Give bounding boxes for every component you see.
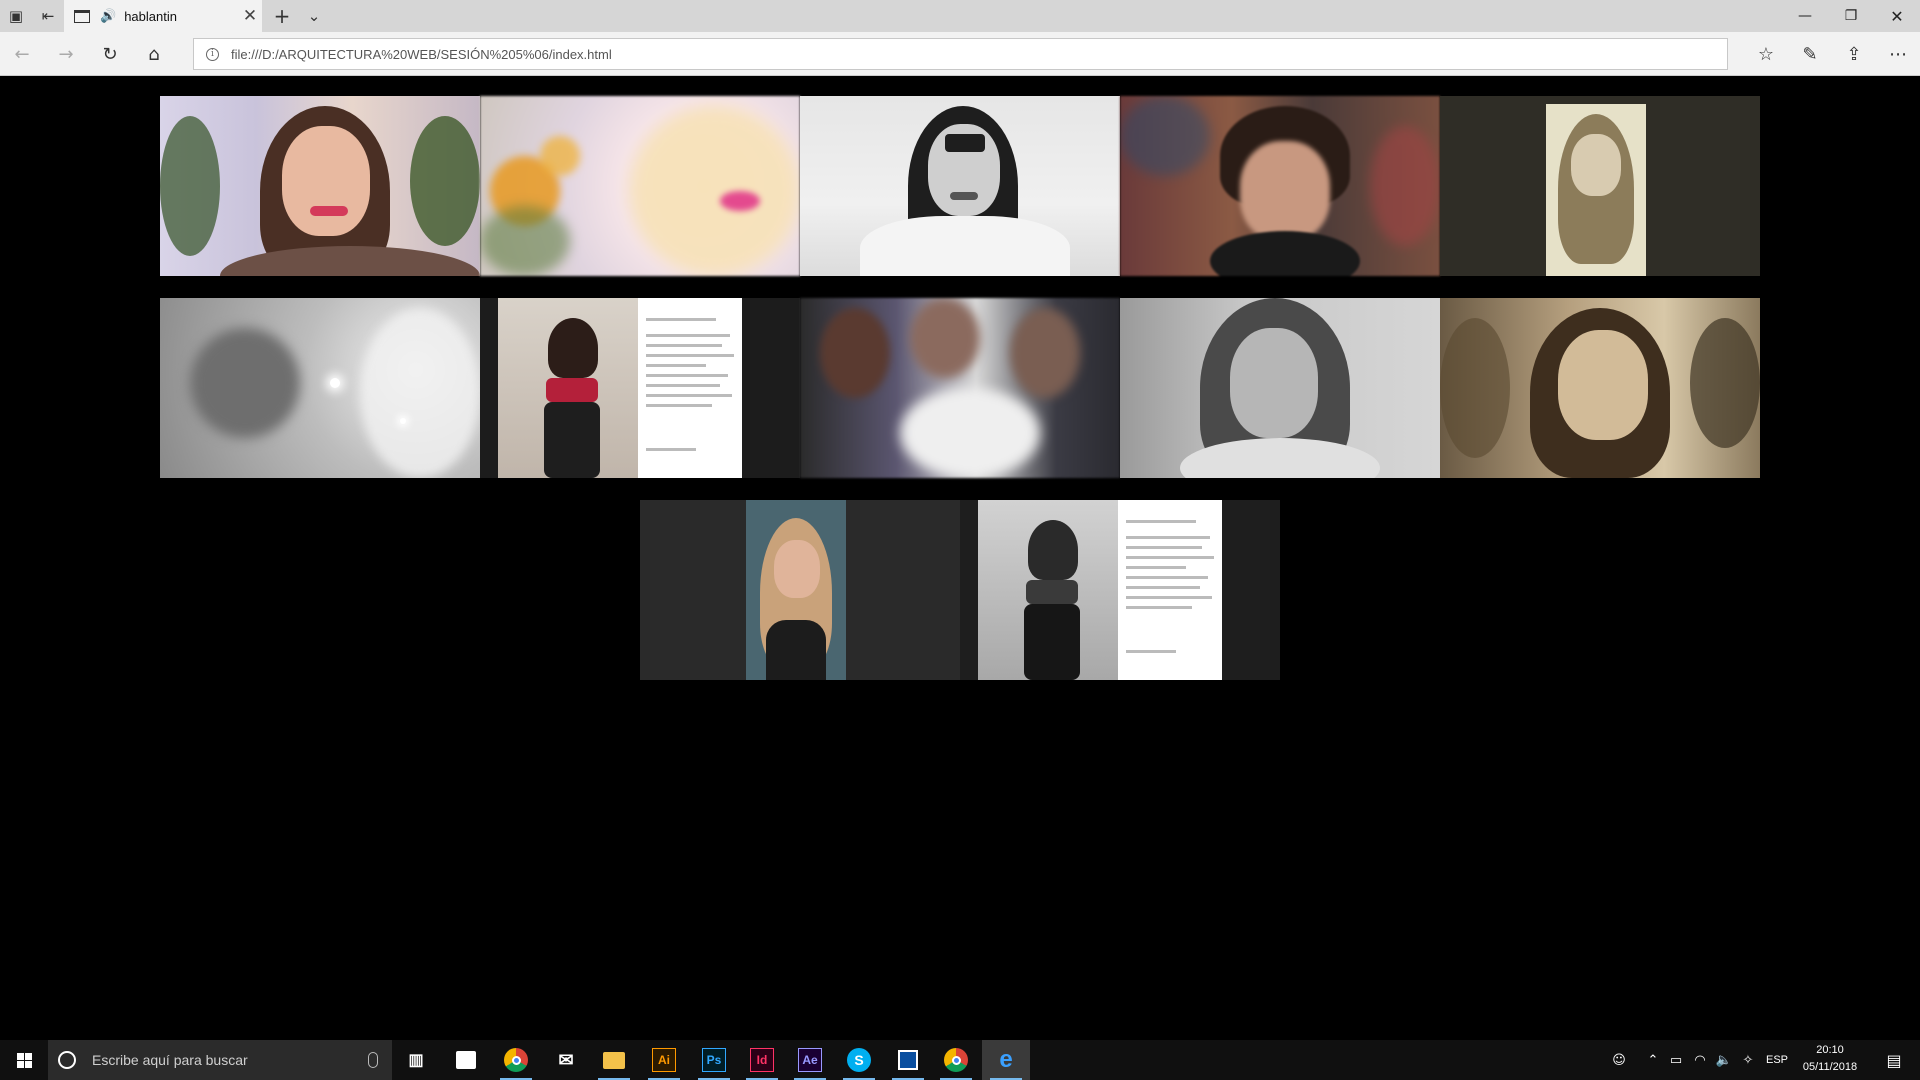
wifi-icon[interactable]: ◠ bbox=[1688, 1040, 1712, 1080]
system-clock[interactable]: 20:10 05/11/2018 bbox=[1790, 1042, 1870, 1078]
clock-time: 20:10 bbox=[1816, 1044, 1844, 1056]
cortana-icon bbox=[58, 1051, 76, 1069]
chrome-icon bbox=[504, 1048, 528, 1072]
gallery-image[interactable] bbox=[960, 500, 1280, 680]
favorites-icon[interactable]: ☆ bbox=[1748, 36, 1784, 72]
mail-icon: ✉ bbox=[558, 1049, 574, 1070]
app-icon bbox=[898, 1050, 918, 1070]
gallery-image[interactable] bbox=[1120, 96, 1440, 276]
task-view-icon: ▥ bbox=[408, 1052, 424, 1069]
edge-button[interactable]: e bbox=[982, 1040, 1030, 1080]
chrome-2-button[interactable] bbox=[932, 1040, 980, 1080]
gallery-image[interactable] bbox=[480, 298, 800, 478]
notifications-icon[interactable]: ▤ bbox=[1874, 1040, 1914, 1080]
store-icon bbox=[456, 1051, 476, 1069]
info-icon[interactable]: i bbox=[206, 47, 219, 61]
photoshop-button[interactable]: Ps bbox=[690, 1040, 738, 1080]
minimize-icon[interactable]: — bbox=[1782, 0, 1828, 32]
more-icon[interactable]: ⋯ bbox=[1880, 36, 1916, 72]
gallery-image[interactable] bbox=[800, 298, 1120, 478]
address-bar[interactable]: i file:///D:/ARQUITECTURA%20WEB/SESIÓN%2… bbox=[193, 38, 1728, 70]
page-content bbox=[0, 76, 1920, 1040]
windows-icon bbox=[16, 1052, 32, 1068]
restore-icon[interactable]: ❐ bbox=[1828, 0, 1874, 32]
chrome-icon bbox=[944, 1048, 968, 1072]
battery-icon[interactable]: ▭ bbox=[1664, 1040, 1688, 1080]
tab-list-chevron-icon[interactable]: ⌄ bbox=[298, 0, 330, 32]
indesign-icon: Id bbox=[750, 1048, 774, 1072]
volume-icon[interactable]: 🔈 bbox=[1712, 1040, 1736, 1080]
microphone-icon[interactable] bbox=[368, 1052, 378, 1068]
skype-button[interactable]: S bbox=[835, 1040, 883, 1080]
gallery-image[interactable] bbox=[160, 96, 480, 276]
folder-icon bbox=[603, 1051, 625, 1069]
photoshop-icon: Ps bbox=[702, 1048, 726, 1072]
mail-button[interactable]: ✉ bbox=[542, 1040, 590, 1080]
after-effects-icon: Ae bbox=[798, 1048, 822, 1072]
language-indicator[interactable]: ESP bbox=[1760, 1040, 1794, 1080]
dropbox-icon[interactable]: ✧ bbox=[1736, 1040, 1760, 1080]
gallery-image[interactable] bbox=[800, 96, 1120, 276]
start-button[interactable] bbox=[0, 1040, 48, 1080]
tab-title: hablantin bbox=[124, 8, 177, 24]
share-icon[interactable]: ⇪ bbox=[1836, 36, 1872, 72]
show-hidden-icons-chevron-icon[interactable]: ⌃ bbox=[1642, 1040, 1664, 1080]
illustrator-icon: Ai bbox=[652, 1048, 676, 1072]
windows-taskbar: Escribe aquí para buscar ▥ ✉ Ai Ps Id Ae… bbox=[0, 1040, 1920, 1080]
page-icon bbox=[74, 9, 90, 23]
gallery-image[interactable] bbox=[160, 298, 480, 478]
after-effects-button[interactable]: Ae bbox=[786, 1040, 834, 1080]
people-icon[interactable]: ☺ bbox=[1604, 1040, 1634, 1080]
search-placeholder: Escribe aquí para buscar bbox=[92, 1052, 248, 1068]
gallery-image[interactable] bbox=[1440, 298, 1760, 478]
browser-nav-bar: ← → ↻ ⌂ i file:///D:/ARQUITECTURA%20WEB/… bbox=[0, 32, 1920, 76]
taskbar-search-box[interactable]: Escribe aquí para buscar bbox=[48, 1040, 392, 1080]
speaker-icon[interactable]: 🔊 bbox=[100, 9, 116, 24]
forward-icon[interactable]: → bbox=[48, 36, 84, 72]
chrome-button[interactable] bbox=[492, 1040, 540, 1080]
file-explorer-button[interactable] bbox=[590, 1040, 638, 1080]
pen-icon[interactable]: ✎ bbox=[1792, 36, 1828, 72]
refresh-icon[interactable]: ↻ bbox=[92, 36, 128, 72]
home-icon[interactable]: ⌂ bbox=[136, 36, 172, 72]
edge-icon: e bbox=[999, 1046, 1013, 1073]
skype-icon: S bbox=[847, 1048, 871, 1072]
browser-tab-bar: ▣ ⇤ 🔊 hablantin ✕ + ⌄ — ❐ ✕ bbox=[0, 0, 1920, 32]
close-window-icon[interactable]: ✕ bbox=[1874, 0, 1920, 32]
back-icon[interactable]: ← bbox=[4, 36, 40, 72]
store-button[interactable] bbox=[442, 1040, 490, 1080]
address-url[interactable]: file:///D:/ARQUITECTURA%20WEB/SESIÓN%205… bbox=[231, 47, 612, 62]
clock-date: 05/11/2018 bbox=[1802, 1061, 1858, 1073]
tab-actions-icon[interactable]: ▣ bbox=[0, 0, 32, 32]
app-blue-button[interactable] bbox=[884, 1040, 932, 1080]
new-tab-icon[interactable]: + bbox=[266, 0, 298, 32]
gallery-image[interactable] bbox=[1120, 298, 1440, 478]
gallery-image[interactable] bbox=[1440, 96, 1760, 276]
gallery-image[interactable] bbox=[480, 96, 800, 276]
illustrator-button[interactable]: Ai bbox=[640, 1040, 688, 1080]
close-tab-icon[interactable]: ✕ bbox=[238, 6, 262, 26]
indesign-button[interactable]: Id bbox=[738, 1040, 786, 1080]
set-aside-tabs-icon[interactable]: ⇤ bbox=[32, 0, 64, 32]
task-view-button[interactable]: ▥ bbox=[392, 1040, 440, 1080]
browser-tab[interactable]: 🔊 hablantin ✕ bbox=[64, 0, 262, 32]
gallery-image[interactable] bbox=[640, 500, 960, 680]
